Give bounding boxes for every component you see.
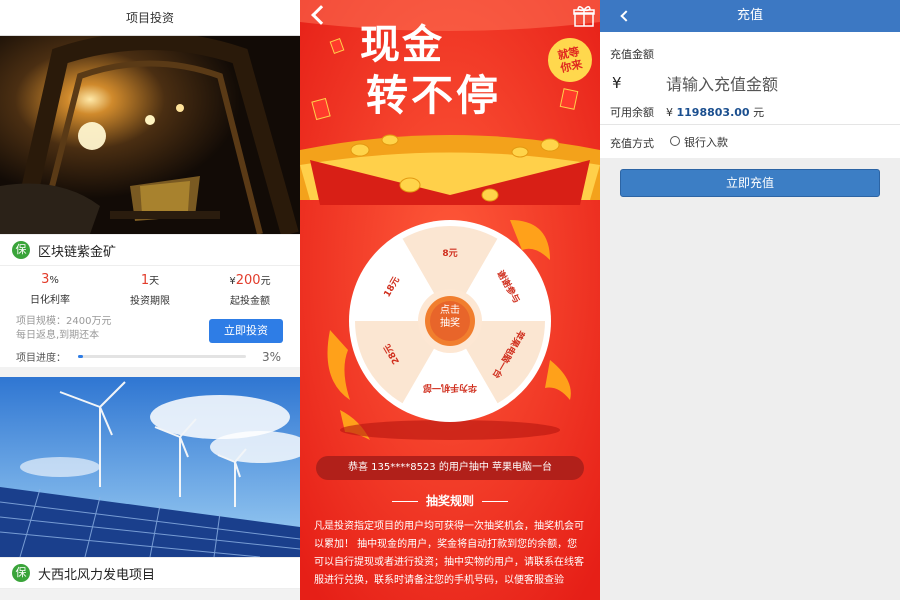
progress-fill [78,355,84,358]
guarantee-badge: 保 [12,241,30,259]
project-name: 区块链紫金矿 [38,244,117,260]
hero-title-line2: 转不停 [366,71,502,120]
page-title: 充值 [736,8,763,23]
amount-input[interactable] [666,72,886,96]
invest-now-button[interactable]: 立即投资 [209,319,283,343]
project-card[interactable]: 保 区块链紫金矿 3% 日化利率 1天 投资期限 ¥200元 起投金额 项目规模… [0,234,300,367]
progress-bar [78,355,246,358]
project-progress: 项目进度： 3% [16,349,282,365]
method-label: 充值方式 [610,137,654,150]
rules-text: 凡是投资指定项目的用户均可获得一次抽奖机会，抽奖机会可以累加！ 抽中现金的用户，… [314,521,584,586]
wheel-segment-label: 8元 [442,249,458,259]
amount-label: 充值金额 [610,48,654,61]
form-divider [600,124,900,125]
bank-transfer-label[interactable]: 银行入款 [684,134,728,150]
back-icon[interactable] [620,10,632,22]
balance-value: ¥ 1198803.00 元 [666,106,765,119]
invest-panel: 项目投资 保 区块链紫金矿 3% 日化利率 1天 投资期限 ¥200元 起投金额… [0,0,300,600]
wheel-segment-label: 华为手机一部 [423,382,478,392]
payment-method-row: 充值方式 银行入款 [600,126,900,158]
rules-title: 抽奖规则 [300,492,600,509]
project-card[interactable]: 保 大西北风力发电项目 [0,557,300,589]
recharge-now-button[interactable]: 立即充值 [620,169,880,197]
bank-transfer-radio[interactable] [670,136,680,146]
winner-ticker: 恭喜 135****8523 的用户抽中 苹果电脑一台 [316,456,584,480]
balance-label: 可用余额 [610,106,654,119]
recharge-header: 充值 [600,0,900,32]
stat-min-amount: ¥200元 起投金额 [229,273,271,307]
recharge-panel: 充值 充值金额 ¥ 可用余额 ¥ 1198803.00 元 [600,0,900,600]
guarantee-badge: 保 [12,564,30,582]
gift-icon[interactable] [572,4,596,28]
wind-project-image[interactable] [0,377,300,557]
currency-symbol: ¥ [612,74,622,92]
project-name: 大西北风力发电项目 [38,567,156,583]
draw-button[interactable]: 点击 抽奖 [430,304,470,330]
stat-rate: 3% 日化利率 [30,272,70,306]
page-title: 项目投资 [0,0,300,36]
mine-project-image[interactable] [0,36,300,234]
stat-period: 1天 投资期限 [130,273,170,307]
lottery-panel: 现金 转不停 就等 你来 8元 谢谢参与 苹果电脑一台 华为手机一部 28元 18元 点击… [300,0,600,600]
project-stats: 3% 日化利率 1天 投资期限 ¥200元 起投金额 [0,266,300,307]
